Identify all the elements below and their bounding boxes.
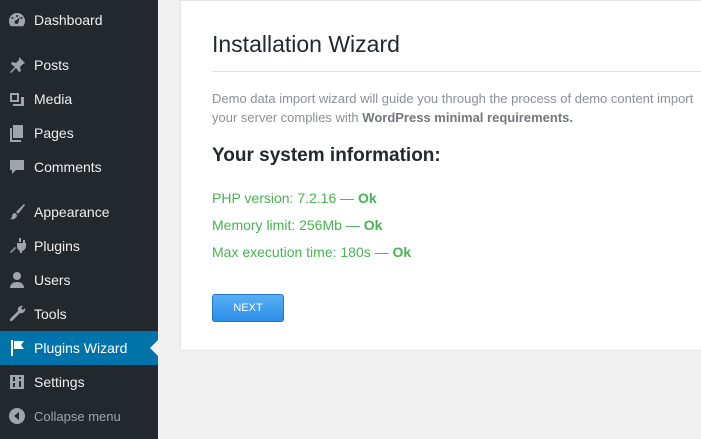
- description-line-2: your server complies with WordPress mini…: [212, 108, 701, 127]
- sidebar-item-users[interactable]: Users: [0, 263, 158, 297]
- wizard-panel: Installation Wizard Demo data import wiz…: [180, 0, 701, 351]
- sidebar-item-label: Posts: [34, 57, 70, 73]
- sidebar-item-pages[interactable]: Pages: [0, 116, 158, 150]
- status-text: PHP version: 7.2.16 —: [212, 190, 359, 206]
- requirements-text: WordPress minimal requirements.: [362, 110, 573, 125]
- sidebar-item-label: Media: [34, 91, 73, 107]
- admin-sidebar: Dashboard Posts Media Pages Comments App…: [0, 0, 158, 439]
- sidebar-item-plugins-wizard[interactable]: Plugins Wizard: [0, 331, 158, 365]
- description-text: your server complies with: [212, 110, 363, 125]
- status-ok: Ok: [392, 244, 412, 260]
- sidebar-item-posts[interactable]: Posts: [0, 48, 158, 82]
- php-version-status: PHP version: 7.2.16 — Ok: [212, 190, 377, 206]
- page-title: Installation Wizard: [212, 31, 400, 57]
- sidebar-item-label: Plugins Wizard: [34, 340, 128, 356]
- wrench-icon: [0, 297, 34, 331]
- status-ok: Ok: [363, 217, 383, 233]
- next-button[interactable]: NEXT: [212, 294, 284, 322]
- media-icon: [0, 82, 34, 116]
- sidebar-item-label: Dashboard: [34, 12, 103, 28]
- system-info-title: Your system information:: [212, 145, 441, 166]
- sidebar-item-label: Tools: [34, 306, 67, 322]
- collapse-menu-button[interactable]: Collapse menu: [0, 399, 158, 433]
- pages-icon: [0, 116, 34, 150]
- sidebar-item-label: Comments: [34, 159, 102, 175]
- sidebar-item-tools[interactable]: Tools: [0, 297, 158, 331]
- sidebar-item-media[interactable]: Media: [0, 82, 158, 116]
- brush-icon: [0, 195, 34, 229]
- plug-icon: [0, 229, 34, 263]
- sidebar-item-label: Pages: [34, 125, 74, 141]
- comment-icon: [0, 150, 34, 184]
- pin-icon: [0, 48, 34, 82]
- sidebar-item-comments[interactable]: Comments: [0, 150, 158, 184]
- sidebar-item-label: Plugins: [34, 238, 80, 254]
- status-text: Memory limit: 256Mb —: [212, 217, 364, 233]
- sidebar-item-dashboard[interactable]: Dashboard: [0, 3, 158, 37]
- title-divider: [212, 71, 701, 72]
- status-text: Max execution time: 180s —: [212, 244, 393, 260]
- sidebar-item-settings[interactable]: Settings: [0, 365, 158, 399]
- user-icon: [0, 263, 34, 297]
- wizard-description: Demo data import wizard will guide you t…: [212, 89, 701, 127]
- description-line-1: Demo data import wizard will guide you t…: [212, 91, 694, 106]
- sidebar-item-label: Collapse menu: [34, 408, 121, 424]
- sidebar-item-label: Users: [34, 272, 71, 288]
- sidebar-item-label: Settings: [34, 374, 85, 390]
- memory-limit-status: Memory limit: 256Mb — Ok: [212, 217, 382, 233]
- sidebar-item-plugins[interactable]: Plugins: [0, 229, 158, 263]
- sidebar-item-label: Appearance: [34, 204, 110, 220]
- collapse-icon: [0, 399, 34, 433]
- status-ok: Ok: [358, 190, 377, 206]
- settings-icon: [0, 365, 34, 399]
- sidebar-item-appearance[interactable]: Appearance: [0, 195, 158, 229]
- execution-time-status: Max execution time: 180s — Ok: [212, 244, 411, 260]
- flag-icon: [0, 331, 34, 365]
- dashboard-icon: [0, 3, 34, 37]
